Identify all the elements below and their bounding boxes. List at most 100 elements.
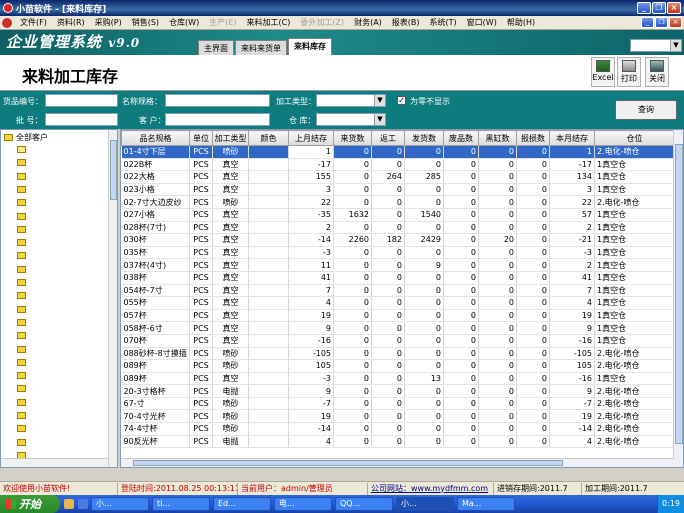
table-cell[interactable]: 0	[516, 359, 550, 373]
table-cell[interactable]	[248, 397, 289, 411]
table-cell[interactable]: 030杯	[121, 233, 190, 247]
table-row[interactable]: 088砂杯-8寸摸插 PCS 喷砂 -105 0 0 0 0 0 0 -105 2.电化-喷仓	[121, 347, 675, 361]
table-cell[interactable]: 0	[443, 372, 479, 386]
table-cell[interactable]: 1真空仓	[594, 258, 675, 272]
taskbar-task[interactable]: QQ...	[335, 497, 393, 511]
table-cell[interactable]: -3	[288, 372, 334, 386]
column-header[interactable]: 本月结存	[549, 130, 595, 146]
folder-icon[interactable]	[17, 252, 26, 260]
table-cell[interactable]: 0	[371, 296, 405, 310]
mdi-restore-button[interactable]: ❐	[655, 17, 668, 28]
table-cell[interactable]: 155	[288, 170, 334, 184]
table-cell[interactable]: 0	[371, 208, 405, 222]
table-cell[interactable]: -14	[549, 422, 595, 436]
table-cell[interactable]: 0	[371, 384, 405, 398]
table-cell[interactable]: 0	[443, 296, 479, 310]
table-cell[interactable]: 0	[478, 296, 517, 310]
menu-item[interactable]: 销售(S)	[127, 17, 164, 28]
table-cell[interactable]: 0	[371, 409, 405, 424]
minimize-button[interactable]: _	[637, 2, 651, 14]
table-cell[interactable]: 0	[404, 158, 444, 172]
table-row[interactable]: 030杯 PCS 真空 -14 2260 182 2429 0 20 0 -21 1真空仓	[121, 233, 675, 247]
table-cell[interactable]: 0	[478, 397, 517, 411]
table-row[interactable]: 070杯 PCS 真空 -16 0 0 0 0 0 0 -16 1真空仓	[121, 334, 675, 348]
table-cell[interactable]: 0	[371, 334, 405, 348]
taskbar-task[interactable]: Ma...	[457, 497, 515, 511]
table-cell[interactable]: 0	[516, 145, 550, 159]
table-cell[interactable]: 2.电化-喷仓	[594, 409, 675, 424]
table-cell[interactable]: 0	[516, 435, 550, 449]
table-cell[interactable]: 0	[371, 195, 405, 209]
table-cell[interactable]: PCS	[189, 334, 213, 348]
folder-icon[interactable]	[17, 279, 26, 286]
table-cell[interactable]: 0	[371, 359, 405, 373]
table-cell[interactable]: PCS	[189, 397, 213, 411]
table-cell[interactable]: 0	[478, 258, 517, 272]
column-header[interactable]: 发货数	[404, 130, 444, 146]
table-cell[interactable]: 0	[404, 195, 444, 209]
table-cell[interactable]: 0	[478, 208, 517, 222]
table-cell[interactable]: PCS	[189, 359, 213, 373]
table-cell[interactable]: 1真空仓	[594, 309, 675, 323]
taskbar-task[interactable]: 小...	[396, 497, 454, 511]
table-cell[interactable]: 0	[443, 258, 479, 272]
item-code-input[interactable]	[45, 94, 118, 107]
table-cell[interactable]: 0	[443, 271, 479, 285]
table-cell[interactable]: 0	[404, 347, 444, 361]
chevron-down-icon[interactable]: ▼	[374, 114, 385, 125]
table-row[interactable]: 035杯 PCS 真空 -3 0 0 0 0 0 0 -3 1真空仓	[121, 246, 675, 260]
table-cell[interactable]: 1真空仓	[594, 271, 675, 285]
table-cell[interactable]	[248, 158, 289, 172]
table-cell[interactable]: 0	[516, 334, 550, 348]
table-cell[interactable]: 0	[443, 359, 479, 373]
table-cell[interactable]: 088砂杯-8寸摸插	[121, 347, 190, 361]
table-cell[interactable]: -16	[549, 334, 595, 348]
table-cell[interactable]: 1真空仓	[594, 246, 675, 260]
column-header[interactable]: 颜色	[248, 130, 289, 146]
table-cell[interactable]: 0	[404, 435, 444, 449]
table-cell[interactable]: 22	[549, 195, 595, 209]
table-cell[interactable]: 0	[443, 409, 479, 424]
mdi-close-button[interactable]: ×	[669, 17, 682, 28]
table-cell[interactable]: 13	[404, 372, 444, 386]
table-cell[interactable]: 2.电化-喷仓	[594, 359, 675, 373]
table-cell[interactable]: -17	[288, 158, 334, 172]
table-cell[interactable]: 0	[333, 384, 372, 398]
table-cell[interactable]: 0	[333, 271, 372, 285]
mdi-minimize-button[interactable]: _	[641, 17, 654, 28]
table-cell[interactable]: 0	[443, 321, 479, 335]
table-cell[interactable]: PCS	[189, 258, 213, 272]
table-cell[interactable]: 0	[478, 384, 517, 398]
table-cell[interactable]: 4	[549, 296, 595, 310]
folder-icon[interactable]	[17, 425, 26, 433]
table-cell[interactable]: 喷砂	[212, 347, 249, 361]
table-row[interactable]: 089杯 PCS 真空 -3 0 0 13 0 0 0 -16 1真空仓	[121, 372, 675, 386]
name-spec-input[interactable]	[165, 94, 270, 107]
table-cell[interactable]: 1真空仓	[594, 233, 675, 247]
folder-icon[interactable]	[17, 212, 26, 220]
column-header[interactable]: 废品数	[443, 130, 479, 146]
table-cell[interactable]: 3	[288, 183, 334, 197]
table-cell[interactable]: 0	[478, 170, 517, 184]
column-header[interactable]: 来货数	[333, 130, 372, 146]
table-cell[interactable]: 0	[478, 422, 517, 436]
tab[interactable]: 来料来货单	[235, 40, 287, 55]
table-cell[interactable]: 0	[333, 145, 372, 159]
table-cell[interactable]: 054杯-7寸	[121, 284, 190, 298]
table-cell[interactable]	[248, 145, 289, 159]
table-cell[interactable]: 2.电化-喷仓	[594, 195, 675, 209]
table-cell[interactable]: PCS	[189, 321, 213, 335]
table-row[interactable]: 022B杯 PCS 真空 -17 0 0 0 0 0 0 -17 1真空仓	[121, 158, 675, 172]
table-cell[interactable]: 2.电化-喷仓	[594, 384, 675, 398]
table-cell[interactable]: 2260	[333, 233, 372, 247]
menu-item[interactable]: 报表(B)	[387, 17, 425, 28]
table-cell[interactable]: 0	[478, 284, 517, 298]
table-cell[interactable]: 20-3寸格杯	[121, 384, 190, 398]
table-cell[interactable]: 0	[478, 409, 517, 424]
scroll-thumb[interactable]	[675, 144, 683, 444]
table-cell[interactable]: 0	[516, 158, 550, 172]
table-cell[interactable]: 0	[516, 284, 550, 298]
table-cell[interactable]: 0	[333, 195, 372, 209]
table-cell[interactable]: 2.电化-喷仓	[594, 145, 675, 159]
table-cell[interactable]: 0	[478, 145, 517, 159]
